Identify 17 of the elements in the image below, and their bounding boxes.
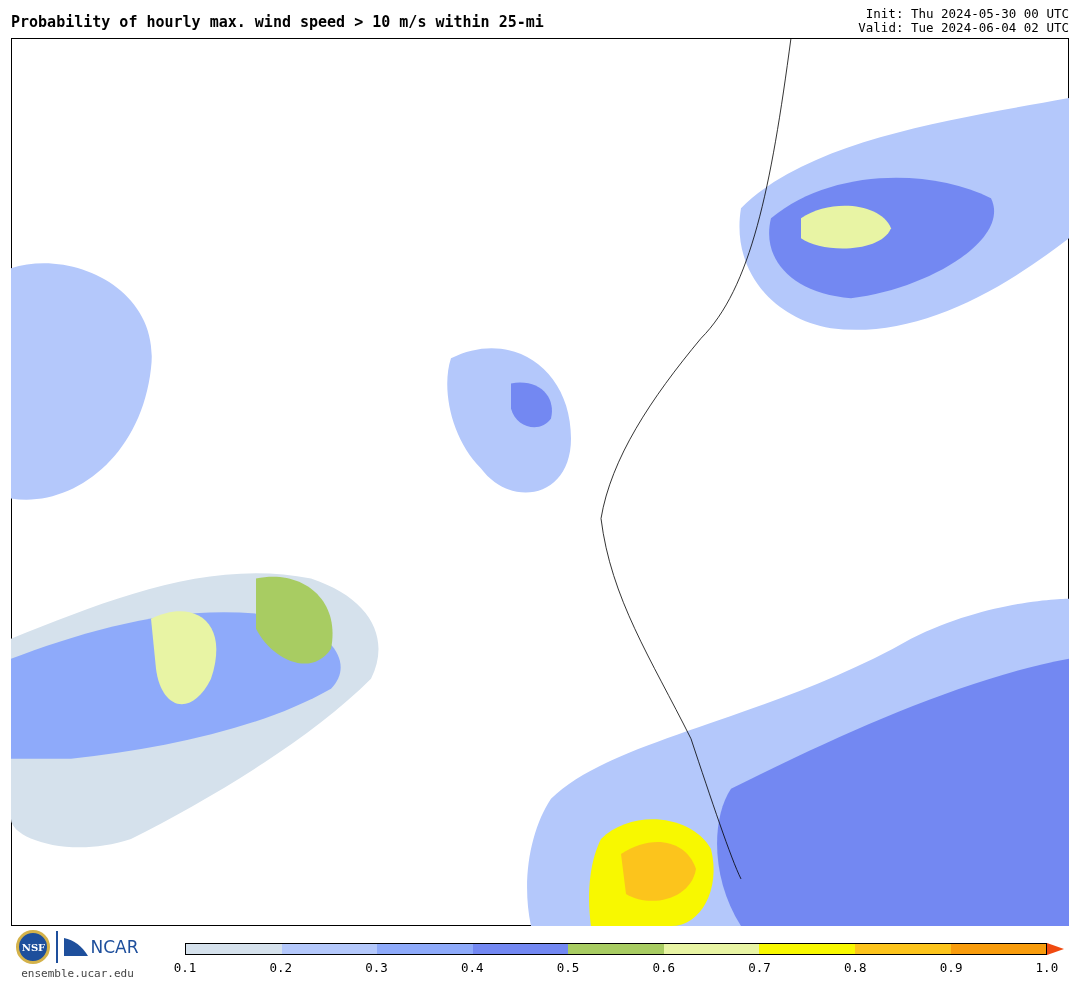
scale-tick-label: 0.4 bbox=[460, 959, 485, 977]
nsf-logo: NSF bbox=[16, 930, 51, 964]
site-url: ensemble.ucar.edu bbox=[21, 966, 134, 982]
scale-tick-label: 0.5 bbox=[555, 959, 581, 977]
scale-tick-label: 1.0 bbox=[1034, 959, 1060, 977]
scale-tick-label: 0.6 bbox=[651, 959, 677, 977]
init-time: Init: Thu 2024-05-30 00 UTC bbox=[865, 7, 1069, 21]
scale-tick-label: 0.1 bbox=[172, 959, 198, 977]
scale-tick-label: 0.3 bbox=[364, 959, 389, 977]
valid-time: Valid: Tue 2024-06-04 02 UTC bbox=[858, 21, 1069, 35]
scale-tick-label: 0.7 bbox=[747, 959, 772, 977]
ncar-logo: NCAR bbox=[64, 938, 139, 956]
scale-tick-label: 0.8 bbox=[843, 959, 868, 977]
ncar-swoosh-icon bbox=[64, 938, 89, 956]
chart-title: Probability of hourly max. wind speed > 10 m/s within 25-mi bbox=[11, 13, 544, 31]
scale-tick-label: 0.2 bbox=[268, 959, 294, 977]
scale-tick-label: 0.9 bbox=[938, 959, 964, 977]
